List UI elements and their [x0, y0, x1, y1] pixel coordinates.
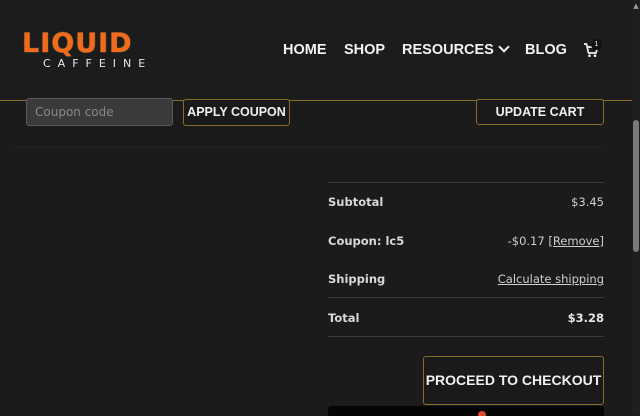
nav-resources[interactable]: RESOURCES	[402, 40, 510, 60]
cart-count-badge: 1	[591, 39, 602, 50]
remove-coupon-link[interactable]: [Remove]	[548, 234, 604, 248]
subtotal-row: Subtotal $3.45	[328, 192, 604, 212]
total-value: $3.28	[567, 311, 604, 325]
scrollbar-thumb[interactable]	[633, 120, 639, 252]
coupon-code-input[interactable]	[26, 98, 173, 126]
site-logo[interactable]: LIQUID CAFFEINE	[22, 29, 202, 73]
shipping-label: Shipping	[328, 272, 386, 286]
totals-divider	[328, 336, 604, 337]
apply-coupon-button[interactable]: APPLY COUPON	[183, 99, 290, 126]
logo-sub-text: CAFFEINE	[43, 57, 153, 70]
total-label: Total	[328, 311, 360, 325]
proceed-to-checkout-button[interactable]: PROCEED TO CHECKOUT	[423, 356, 604, 405]
logo-main-text: LIQUID	[22, 28, 133, 59]
express-payment-button[interactable]	[328, 406, 604, 416]
calculate-shipping-link[interactable]: Calculate shipping	[498, 269, 604, 289]
totals-divider	[328, 182, 604, 183]
coupon-row: Coupon: lc5 -$0.17 [Remove]	[328, 231, 604, 251]
subtotal-label: Subtotal	[328, 195, 384, 209]
nav-blog[interactable]: BLOG	[525, 40, 567, 60]
scroll-up-arrow-icon[interactable]: ▲	[632, 2, 640, 10]
coupon-discount: -$0.17	[507, 234, 545, 248]
nav-shop[interactable]: SHOP	[344, 40, 385, 60]
update-cart-button[interactable]: UPDATE CART	[476, 99, 604, 125]
site-header: LIQUID CAFFEINE HOME SHOP RESOURCES BLOG…	[0, 0, 632, 101]
totals-divider	[328, 297, 604, 298]
chevron-down-icon	[498, 41, 510, 53]
nav-home[interactable]: HOME	[283, 40, 327, 60]
nav-resources-label: RESOURCES	[402, 42, 494, 58]
section-divider	[14, 146, 604, 148]
coupon-label: Coupon: lc5	[328, 234, 405, 248]
shipping-row: Shipping Calculate shipping	[328, 269, 604, 289]
subtotal-value: $3.45	[571, 195, 604, 209]
coupon-value: -$0.17 [Remove]	[508, 231, 604, 251]
total-row: Total $3.28	[328, 308, 604, 328]
